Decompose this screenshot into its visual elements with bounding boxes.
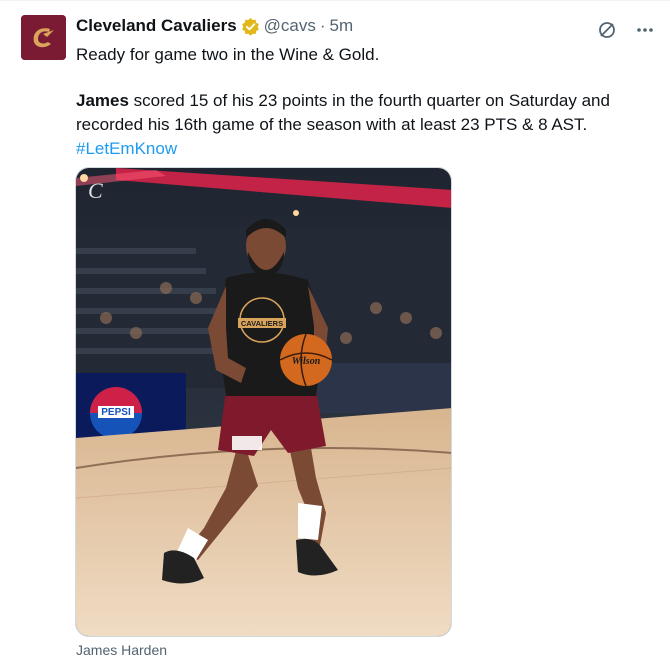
pepsi-sign-text: PEPSI <box>101 407 131 418</box>
tweet[interactable]: Cleveland Cavaliers @cavs · 5m Ready for… <box>0 0 670 658</box>
tweet-line-2: James scored 15 of his 23 points in the … <box>76 89 636 137</box>
ball-text: Wilson <box>292 356 321 367</box>
hashtag-link[interactable]: #LetEmKnow <box>76 139 177 158</box>
media-caption[interactable]: James Harden <box>76 642 167 658</box>
separator-dot: · <box>319 16 326 35</box>
grok-icon[interactable] <box>596 19 618 41</box>
player-name: James <box>76 91 129 110</box>
player-photo: C PEPSI CAVALIERS Wilson <box>76 168 451 636</box>
author-name[interactable]: Cleveland Cavaliers <box>76 16 237 36</box>
tweet-line-1: Ready for game two in the Wine & Gold. <box>76 45 380 64</box>
tweet-header: Cleveland Cavaliers @cavs · 5m <box>76 15 650 37</box>
jersey-text: CAVALIERS <box>241 319 283 328</box>
tweet-photo[interactable]: C PEPSI CAVALIERS Wilson <box>75 167 452 637</box>
watermark-logo: C <box>88 178 103 203</box>
stat-text: scored 15 of his 23 points in the fourth… <box>76 91 610 134</box>
cavaliers-logo-icon <box>21 15 66 60</box>
author-handle[interactable]: @cavs <box>264 16 316 36</box>
tweet-text: Ready for game two in the Wine & Gold. J… <box>76 43 636 161</box>
timestamp[interactable]: 5m <box>330 16 354 36</box>
verified-badge-icon <box>241 17 260 36</box>
header-actions <box>596 19 656 41</box>
avatar[interactable] <box>21 15 66 60</box>
more-icon[interactable] <box>634 19 656 41</box>
